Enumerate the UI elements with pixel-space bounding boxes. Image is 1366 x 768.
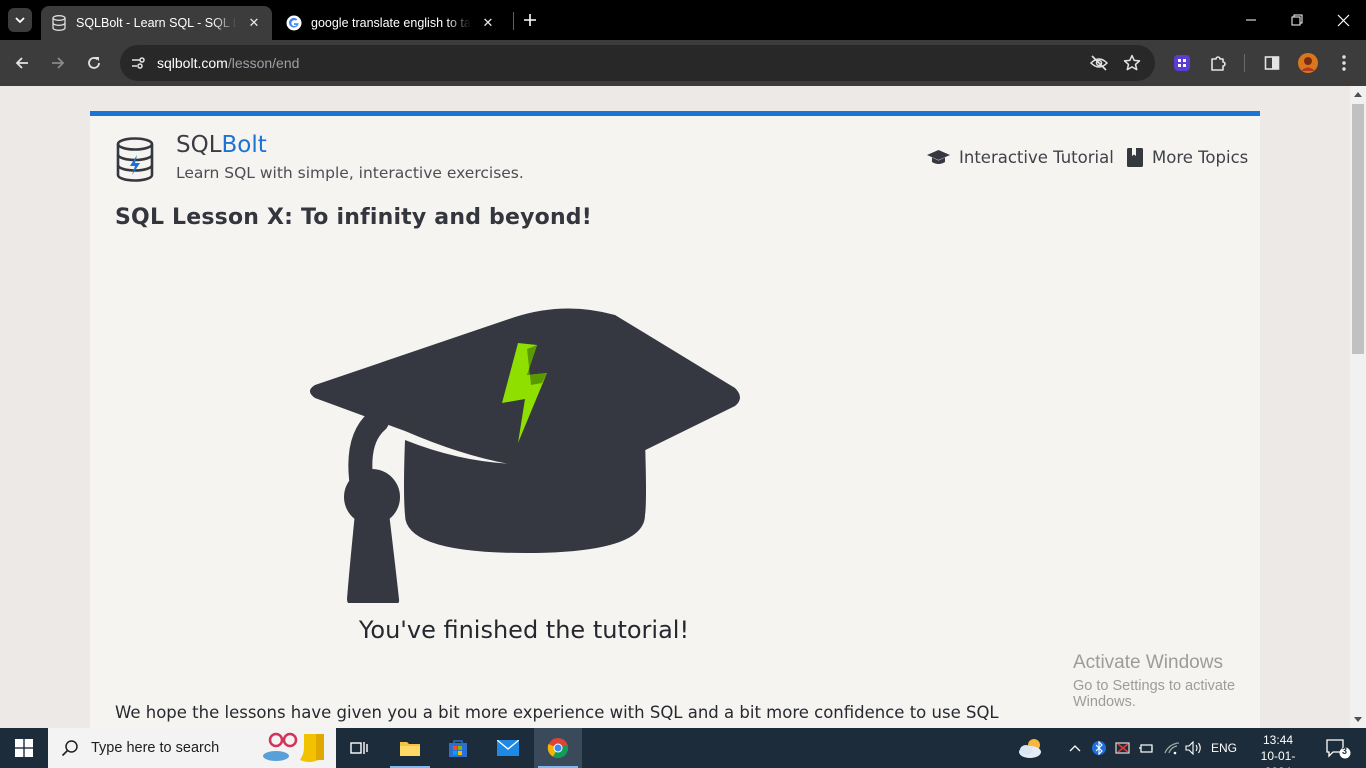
notification-count: 3 [1342, 746, 1348, 756]
reload-button[interactable] [78, 47, 110, 79]
url-path: /lesson/end [227, 55, 300, 71]
sqlbolt-logo-icon[interactable] [115, 137, 155, 183]
brand-name[interactable]: SQLBolt [176, 132, 267, 158]
tab-google[interactable]: google translate english to tamil ✕ [276, 6, 506, 40]
database-favicon-icon [51, 15, 67, 31]
lesson-title: SQL Lesson X: To infinity and beyond! [115, 205, 592, 230]
store-icon [449, 740, 467, 757]
wifi-icon[interactable] [1162, 728, 1182, 768]
back-button[interactable] [6, 47, 38, 79]
tab-close-icon[interactable]: ✕ [480, 16, 496, 31]
brand-prefix: SQL [176, 132, 222, 158]
bluetooth-icon[interactable] [1090, 728, 1108, 768]
task-view-button[interactable] [336, 728, 384, 768]
scroll-up-icon[interactable] [1354, 92, 1362, 97]
watermark-title: Activate Windows [1073, 652, 1223, 673]
tab-title: google translate english to tamil [311, 16, 471, 30]
browser-toolbar: sqlbolt.com/lesson/end [0, 40, 1366, 86]
taskbar-search[interactable]: Type here to search [48, 728, 336, 768]
arrow-right-icon [52, 57, 65, 69]
extension-app-icon[interactable] [1170, 51, 1194, 75]
clock[interactable]: 13:44 10-01-2024 [1248, 732, 1308, 768]
nav-topics-label: More Topics [1152, 148, 1249, 167]
page-viewport: SQLBolt Learn SQL with simple, interacti… [0, 86, 1350, 728]
nav-tutorial-label: Interactive Tutorial [959, 148, 1114, 167]
search-placeholder: Type here to search [91, 740, 220, 756]
nav-interactive-tutorial[interactable]: Interactive Tutorial [927, 148, 1114, 167]
search-icon [61, 740, 78, 757]
minimize-icon [1246, 19, 1256, 21]
chrome-icon [547, 738, 569, 758]
plus-icon [524, 14, 536, 26]
more-menu-icon[interactable] [1332, 51, 1356, 75]
start-button[interactable] [0, 728, 48, 768]
notifications-button[interactable]: 3 [1318, 728, 1358, 768]
minimize-button[interactable] [1228, 0, 1274, 40]
graduation-cap-icon [927, 149, 950, 164]
page-scrollbar[interactable] [1350, 86, 1366, 728]
bookmark-star-icon[interactable] [1122, 53, 1142, 73]
google-favicon-icon [286, 15, 302, 31]
network-status-icon[interactable] [1114, 728, 1132, 768]
show-hidden-icons-chevron-up-icon[interactable] [1066, 728, 1084, 768]
scroll-down-icon[interactable] [1354, 717, 1362, 722]
url-text[interactable]: sqlbolt.com/lesson/end [157, 55, 299, 71]
reload-icon [88, 57, 100, 69]
profile-avatar[interactable] [1296, 51, 1320, 75]
folder-icon [400, 742, 420, 756]
lesson-paragraph: We hope the lessons have given you a bit… [115, 703, 999, 722]
battery-plug-icon[interactable] [1138, 728, 1156, 768]
close-icon [1337, 14, 1349, 26]
book-icon [1127, 148, 1143, 167]
tab-close-icon[interactable]: ✕ [246, 16, 262, 31]
toolbar-divider [1244, 54, 1245, 72]
tab-title: SQLBolt - Learn SQL - SQL Lesson X: To i… [76, 16, 237, 30]
taskbar-store[interactable] [434, 728, 482, 768]
watermark-subtitle: Go to Settings to activate Windows. [1073, 678, 1236, 710]
nav-more-topics[interactable]: More Topics [1127, 148, 1248, 167]
weather-icon[interactable] [1014, 728, 1048, 768]
site-settings-icon[interactable] [128, 53, 148, 73]
forward-button[interactable] [42, 47, 74, 79]
side-panel-icon[interactable] [1260, 51, 1284, 75]
url-host: sqlbolt.com [157, 55, 228, 71]
mail-icon [497, 740, 519, 756]
close-window-button[interactable] [1320, 0, 1366, 40]
windows-taskbar: Type here to search ENG 13:44 10-01- 3 [0, 728, 1366, 768]
tagline: Learn SQL with simple, interactive exerc… [176, 164, 524, 182]
clock-date: 10-01-2024 [1260, 749, 1296, 768]
new-tab-button[interactable] [519, 8, 541, 32]
graduation-cap-bolt-icon [310, 308, 740, 603]
language-indicator[interactable]: ENG [1208, 728, 1240, 768]
chevron-down-icon [15, 17, 25, 24]
address-bar[interactable]: sqlbolt.com/lesson/end [120, 45, 1155, 81]
task-view-icon [350, 742, 368, 754]
brand-suffix: Bolt [221, 132, 267, 158]
arrow-left-icon [15, 57, 28, 69]
restore-icon [1291, 14, 1303, 26]
restore-button[interactable] [1274, 0, 1320, 40]
volume-icon[interactable] [1184, 728, 1204, 768]
tab-search-button[interactable] [8, 8, 32, 32]
content-card: SQLBolt Learn SQL with simple, interacti… [90, 111, 1260, 728]
scroll-thumb[interactable] [1352, 104, 1364, 354]
finished-message: You've finished the tutorial! [358, 616, 690, 644]
taskbar-chrome[interactable] [534, 728, 582, 768]
eye-off-icon[interactable] [1089, 53, 1109, 73]
search-highlight-icon [263, 732, 324, 762]
extensions-puzzle-icon[interactable] [1206, 51, 1230, 75]
tab-sqlbolt[interactable]: SQLBolt - Learn SQL - SQL Lesson X: To i… [41, 6, 272, 40]
activate-windows-watermark: Activate Windows Go to Settings to activ… [1073, 652, 1260, 710]
tab-strip: SQLBolt - Learn SQL - SQL Lesson X: To i… [0, 0, 1366, 40]
notification-icon [1326, 739, 1351, 759]
tab-separator [513, 12, 514, 30]
taskbar-file-explorer[interactable] [386, 728, 434, 768]
taskbar-mail[interactable] [484, 728, 532, 768]
clock-time: 13:44 [1262, 733, 1294, 747]
windows-logo-icon [15, 739, 33, 757]
